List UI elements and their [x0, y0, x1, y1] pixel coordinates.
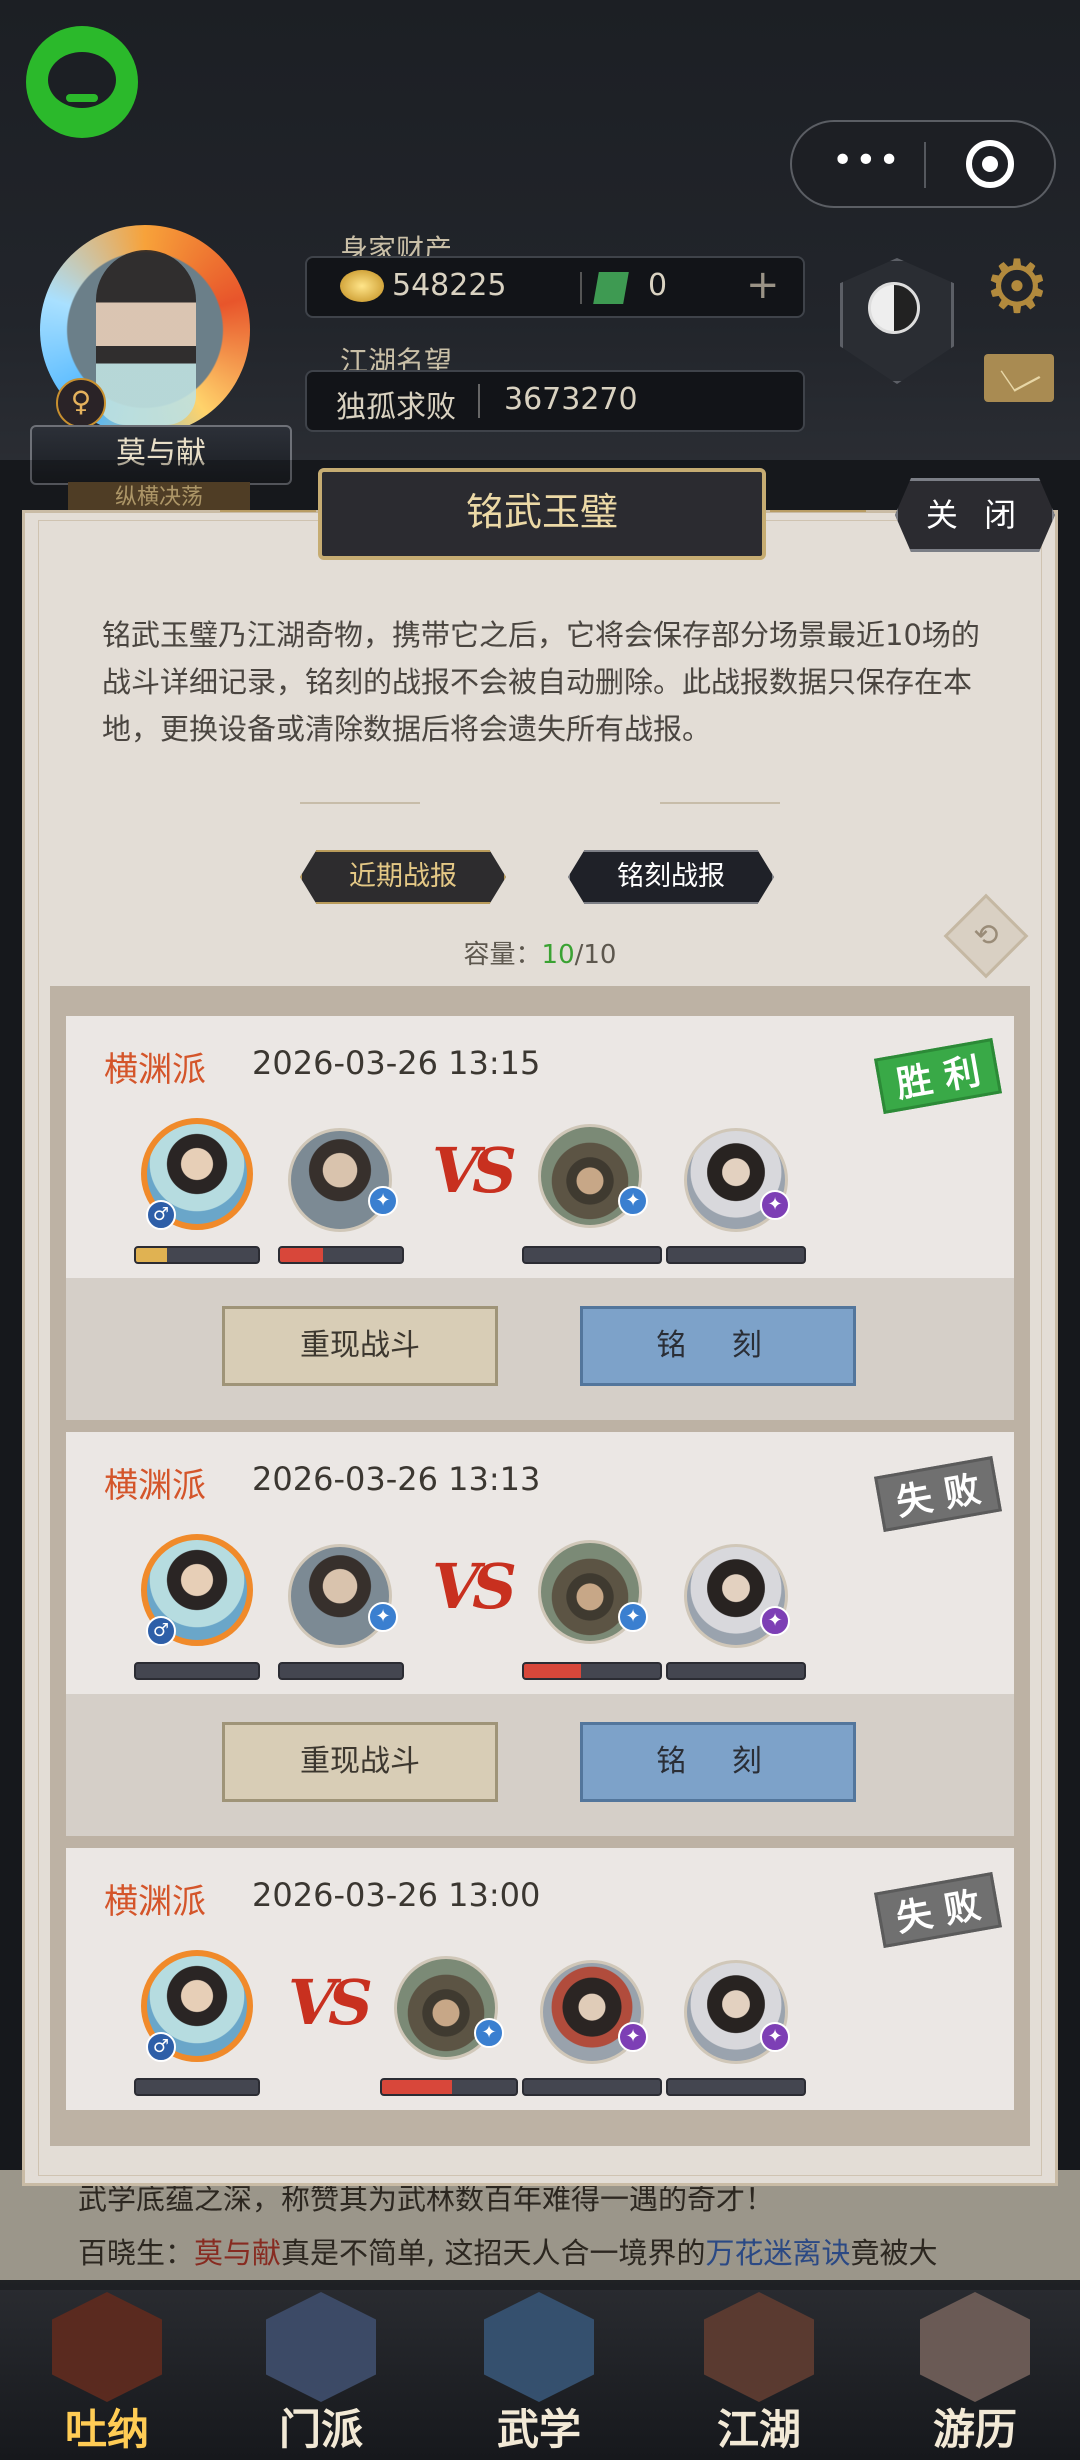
battle-time: 2026-03-26 13:15 — [252, 1044, 541, 1082]
battle-time: 2026-03-26 13:00 — [252, 1876, 541, 1914]
jade-icon — [593, 272, 629, 304]
modal-description: 铭武玉璧乃江湖奇物，携带它之后，它将会保存部分场景最近10场的战斗详细记录，铭刻… — [102, 618, 980, 746]
male-gender-icon: ♂ — [146, 2032, 176, 2062]
mini-program-capsule: ••• — [790, 120, 1056, 208]
opponent-sect: 横渊派 — [104, 1882, 206, 1922]
ornament-divider — [660, 802, 780, 804]
purple-rank-icon: ✦ — [760, 1190, 790, 1220]
mail-icon[interactable] — [984, 354, 1054, 402]
hp-bar — [134, 2078, 260, 2096]
blue-rank-icon: ✦ — [368, 1186, 398, 1216]
battle-card-actions — [66, 1694, 1014, 1836]
hp-bar — [666, 2078, 806, 2096]
blue-rank-icon: ✦ — [618, 1186, 648, 1216]
player-avatar — [96, 250, 196, 425]
tab-engraved-reports[interactable]: 铭刻战报 — [568, 850, 774, 904]
nav-martial-arts[interactable]: 武学 — [464, 2292, 614, 2454]
purple-rank-icon: ✦ — [760, 2022, 790, 2052]
add-currency-button[interactable]: + — [746, 262, 780, 308]
capacity-used: 10 — [541, 940, 575, 970]
close-mini-program-icon[interactable] — [966, 140, 1014, 188]
nav-jianghu[interactable]: 江湖 — [684, 2292, 834, 2454]
battle-time: 2026-03-26 13:13 — [252, 1460, 541, 1498]
vs-icon: VS — [432, 1550, 517, 1623]
replay-battle-button[interactable]: 重现战斗 — [222, 1306, 498, 1386]
hero-portrait — [288, 1128, 392, 1232]
blue-rank-icon: ✦ — [368, 1602, 398, 1632]
hp-bar — [134, 1662, 260, 1680]
opponent-sect: 横渊派 — [104, 1050, 206, 1090]
hp-bar — [134, 1246, 260, 1264]
purple-rank-icon: ✦ — [760, 1606, 790, 1636]
jade-amount: 0 — [648, 268, 668, 303]
opponent-sect: 横渊派 — [104, 1466, 206, 1506]
hp-bar — [666, 1246, 806, 1264]
hp-bar — [278, 1662, 404, 1680]
hp-bar — [666, 1662, 806, 1680]
close-button[interactable]: 关 闭 — [895, 478, 1055, 552]
hp-bar — [522, 1246, 662, 1264]
vs-icon: VS — [432, 1134, 517, 1207]
modal-title: 铭武玉璧 — [465, 490, 618, 534]
coin-amount: 548225 — [392, 268, 507, 303]
hp-bar — [522, 1662, 662, 1680]
gold-ingot-icon — [340, 270, 384, 302]
nav-sect[interactable]: 门派 — [246, 2292, 396, 2454]
hp-bar — [278, 1246, 404, 1264]
horse-icon — [920, 2292, 1030, 2402]
ornament-divider — [300, 802, 420, 804]
tab-recent-reports[interactable]: 近期战报 — [300, 850, 506, 904]
hat-icon — [704, 2292, 814, 2402]
engrave-button[interactable]: 铭 刻 — [580, 1306, 856, 1386]
capsule-divider — [924, 142, 926, 188]
meditation-icon — [52, 2292, 162, 2402]
fame-value: 3673270 — [504, 382, 638, 417]
vs-icon: VS — [288, 1966, 373, 2039]
engrave-button[interactable]: 铭 刻 — [580, 1722, 856, 1802]
battle-card-actions — [66, 1278, 1014, 1420]
sect-banner-icon — [266, 2292, 376, 2402]
title-ornament — [220, 510, 316, 512]
nav-tuna[interactable]: 吐纳 — [32, 2292, 182, 2454]
blue-rank-icon: ✦ — [618, 1602, 648, 1632]
blue-rank-icon: ✦ — [474, 2018, 504, 2048]
hp-bar — [380, 2078, 518, 2096]
nav-travel[interactable]: 游历 — [900, 2292, 1050, 2454]
fame-divider — [478, 384, 480, 418]
fame-rank-title: 独孤求败 — [336, 390, 456, 425]
capacity-indicator: 容量：10/10 — [463, 940, 617, 970]
hero-portrait — [288, 1544, 392, 1648]
male-gender-icon: ♂ — [146, 1616, 176, 1646]
purple-rank-icon: ✦ — [618, 2022, 648, 2052]
taiji-icon — [868, 282, 920, 334]
more-menu-icon[interactable]: ••• — [832, 140, 902, 181]
male-gender-icon: ♂ — [146, 1200, 176, 1230]
book-icon — [484, 2292, 594, 2402]
replay-battle-button[interactable]: 重现战斗 — [222, 1722, 498, 1802]
title-ornament — [770, 510, 866, 512]
wealth-divider — [580, 272, 582, 304]
gear-icon[interactable]: ⚙ — [980, 250, 1054, 324]
female-gender-icon: ♀ — [56, 378, 106, 428]
wechat-mini-program-icon[interactable] — [26, 26, 138, 138]
hp-bar — [522, 2078, 662, 2096]
